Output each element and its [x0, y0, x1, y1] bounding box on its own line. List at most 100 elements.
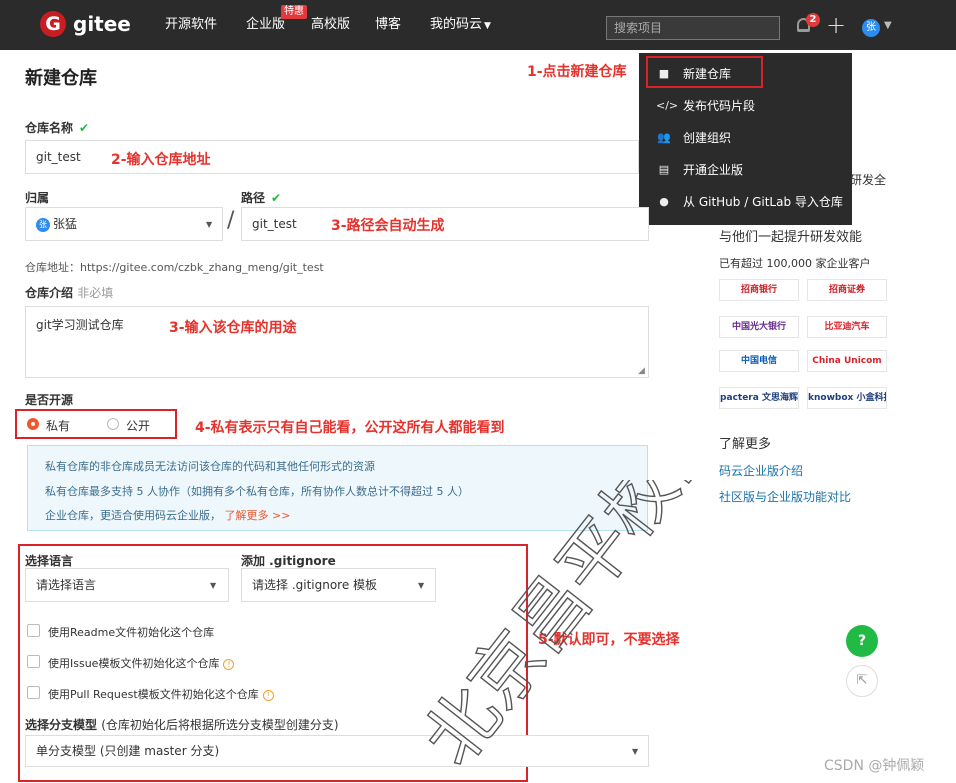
help-button[interactable]: ?: [846, 625, 878, 657]
menu-new-snippet[interactable]: </> 发布代码片段: [639, 90, 852, 122]
code-icon: </>: [656, 99, 679, 112]
language-select[interactable]: 请选择语言: [25, 568, 229, 602]
menu-new-org[interactable]: 👥 创建组织: [639, 122, 852, 154]
desc-textarea[interactable]: git学习测试仓库: [25, 306, 649, 378]
github-icon: ●: [659, 195, 669, 208]
sidebar-learn-more: 了解更多: [719, 437, 772, 452]
logo-knowbox: knowbox 小盒科技: [807, 387, 887, 409]
brand-name: gitee: [73, 12, 131, 36]
gitee-logo[interactable]: G gitee: [40, 11, 131, 37]
highlight-new-repo: [646, 56, 763, 88]
highlight-visibility: [15, 409, 177, 439]
caret-down-icon[interactable]: ▼: [884, 20, 892, 31]
nav-enterprise[interactable]: 企业版: [246, 0, 285, 50]
menu-new-snippet-label: 发布代码片段: [683, 99, 756, 113]
logo-byd: 比亚迪汽车: [807, 316, 887, 338]
radio-private-label[interactable]: 私有: [46, 417, 70, 434]
csdn-watermark: CSDN @钟佩颖: [824, 758, 925, 774]
checkbox-pr-label[interactable]: 使用Pull Request模板文件初始化这个仓库!: [48, 686, 274, 702]
annotation-3b: 3-输入该仓库的用途: [169, 320, 297, 336]
menu-enterprise[interactable]: ▤ 开通企业版: [639, 154, 852, 186]
checkbox-pr-text: 使用Pull Request模板文件初始化这个仓库: [48, 688, 259, 701]
checkbox-readme[interactable]: [27, 624, 40, 637]
logo-chinatelecom: 中国电信: [719, 350, 799, 372]
annotation-2: 2-输入仓库地址: [111, 152, 211, 168]
overlay-watermark-text: 北京昌平校区: [420, 480, 739, 780]
nav-university[interactable]: 高校版: [311, 0, 350, 50]
gitignore-label: 添加 .gitignore: [241, 554, 336, 568]
gitee-logo-icon: G: [40, 11, 66, 37]
nav-open-source[interactable]: 开源软件: [165, 0, 217, 50]
sidebar-link-compare[interactable]: 社区版与企业版功能对比: [719, 488, 851, 505]
special-offer-badge: 特惠: [281, 5, 307, 19]
check-icon: ✔: [271, 191, 282, 205]
learn-more-link[interactable]: 了解更多 >>: [225, 509, 291, 522]
info-icon[interactable]: !: [262, 689, 274, 701]
owner-avatar: 张: [36, 217, 50, 232]
checkbox-issue-label[interactable]: 使用Issue模板文件初始化这个仓库!: [48, 655, 235, 671]
checkbox-pr[interactable]: [27, 686, 40, 699]
plus-icon[interactable]: +: [826, 11, 846, 39]
nav-blog[interactable]: 博客: [375, 0, 401, 50]
sidebar-link-enterprise-intro[interactable]: 码云企业版介绍: [719, 462, 803, 479]
caret-down-icon: ▼: [484, 21, 491, 31]
desc-label-text: 仓库介绍: [25, 286, 74, 300]
desc-label: 仓库介绍 非必填: [25, 284, 113, 301]
logo-cmb: 招商银行: [719, 279, 799, 301]
menu-enterprise-label: 开通企业版: [683, 163, 744, 177]
menu-new-org-label: 创建组织: [683, 131, 732, 145]
gitignore-select[interactable]: 请选择 .gitignore 模板: [241, 568, 436, 602]
info-line: 私有仓库的非仓库成员无法访问该仓库的代码和其他任何形式的资源: [45, 460, 375, 473]
checkbox-issue[interactable]: [27, 655, 40, 668]
info-line: 私有仓库最多支持 5 人协作（如拥有多个私有仓库，所有协作人数总计不得超过 5 …: [45, 485, 469, 498]
search-input[interactable]: 搜索项目: [606, 16, 780, 40]
repo-name-label-text: 仓库名称: [25, 121, 74, 135]
sidebar-tagline: 与他们一起提升研发效能: [719, 230, 863, 245]
annotation-3: 3-路径会自动生成: [331, 218, 445, 234]
radio-private[interactable]: [27, 418, 39, 430]
nav-my-gitee[interactable]: 我的码云 ▼: [430, 0, 491, 51]
info-line: 企业仓库，更适合使用码云企业版， 了解更多 >>: [45, 507, 290, 523]
user-avatar[interactable]: 张: [862, 19, 880, 37]
top-navbar: G gitee 开源软件 企业版 特惠 高校版 博客 我的码云 ▼ 搜索项目 2 …: [0, 0, 956, 50]
path-label-text: 路径: [241, 191, 266, 205]
notification-badge: 2: [806, 13, 820, 27]
resize-handle-icon[interactable]: ◢: [638, 366, 645, 376]
check-icon: ✔: [79, 121, 90, 135]
open-source-label: 是否开源: [25, 393, 74, 407]
sidebar-customers: 已有超过 100,000 家企业客户: [719, 257, 871, 270]
branch-label-text: 选择分支模型: [25, 718, 98, 732]
building-icon: ▤: [658, 163, 670, 176]
page-title: 新建仓库: [25, 68, 97, 89]
info-line-text: 企业仓库，更适合使用码云企业版，: [45, 509, 221, 522]
logo-cmbchina-sec: 招商证券: [807, 279, 887, 301]
branch-hint: (仓库初始化后将根据所选分支模型创建分支): [101, 718, 339, 732]
users-icon: 👥: [657, 131, 671, 144]
owner-value: 张猛: [53, 217, 78, 231]
logo-unicom: China Unicom: [807, 350, 887, 372]
logo-ceb: 中国光大银行: [719, 316, 799, 338]
annotation-1: 1-点击新建仓库: [527, 64, 627, 80]
repo-url: 仓库地址：https://gitee.com/czbk_zhang_meng/g…: [25, 261, 324, 274]
info-icon[interactable]: !: [223, 658, 235, 670]
annotation-4: 4-私有表示只有自己能看，公开这所有人都能看到: [195, 420, 505, 436]
nav-my-gitee-label: 我的码云: [430, 17, 483, 32]
owner-select[interactable]: 张张猛: [25, 207, 223, 241]
logo-pactera: pactera 文思海辉: [719, 387, 799, 409]
path-separator: /: [227, 208, 235, 233]
checkbox-issue-text: 使用Issue模板文件初始化这个仓库: [48, 657, 220, 670]
menu-import[interactable]: ● 从 GitHub / GitLab 导入仓库: [639, 186, 852, 218]
radio-public[interactable]: [107, 418, 119, 430]
share-icon[interactable]: ⇱: [846, 665, 878, 697]
language-label: 选择语言: [25, 554, 74, 568]
checkbox-readme-label[interactable]: 使用Readme文件初始化这个仓库: [48, 624, 214, 640]
overlay-watermark: 北京昌平校区: [420, 480, 740, 781]
radio-public-label[interactable]: 公开: [126, 417, 150, 434]
branch-label: 选择分支模型 (仓库初始化后将根据所选分支模型创建分支): [25, 716, 339, 733]
caret-down-icon: ▼: [206, 220, 213, 229]
sidebar-partial-text: 研发全: [850, 173, 887, 187]
owner-label: 归属: [25, 191, 50, 205]
desc-hint: 非必填: [77, 286, 114, 300]
repo-name-label: 仓库名称 ✔: [25, 119, 89, 136]
path-input[interactable]: git_test: [241, 207, 649, 241]
